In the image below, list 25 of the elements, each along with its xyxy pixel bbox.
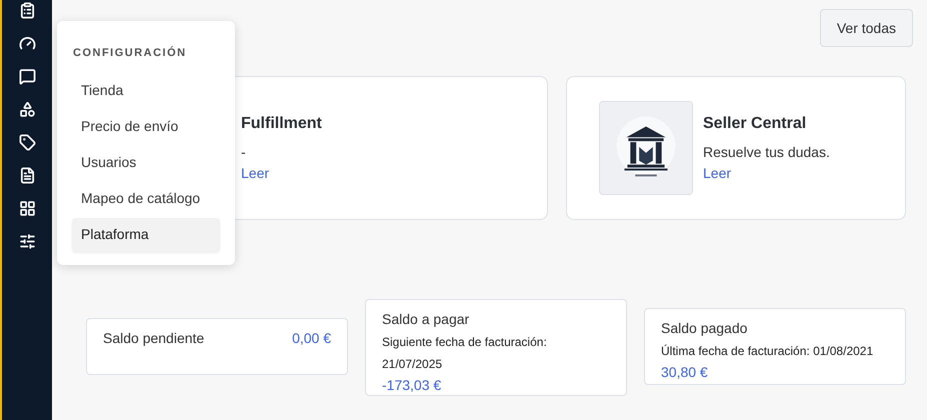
- view-all-button[interactable]: Ver todas: [820, 9, 913, 47]
- tag-icon[interactable]: [18, 134, 36, 151]
- grid-icon[interactable]: [18, 200, 36, 217]
- clipboard-icon[interactable]: [18, 2, 36, 19]
- balance-title: Saldo pendiente: [103, 329, 204, 348]
- read-link[interactable]: Leer: [703, 163, 830, 184]
- chat-icon[interactable]: [18, 68, 36, 85]
- guide-text: -: [241, 143, 247, 162]
- read-link[interactable]: Leer: [241, 163, 322, 184]
- shapes-icon[interactable]: [18, 101, 36, 118]
- menu-item[interactable]: Plataforma: [72, 218, 220, 252]
- guide-title: Seller Central: [703, 114, 808, 134]
- guide-text: Resuelve tus dudas.: [703, 143, 830, 162]
- gauge-icon[interactable]: [18, 35, 36, 52]
- billing-date-note: Última fecha de facturación: 01/08/2021: [661, 343, 874, 360]
- balance-amount: -173,03 €: [382, 376, 442, 395]
- balance-amount: 30,80 €: [661, 363, 709, 382]
- menu-heading: CONFIGURACIÓN: [72, 45, 188, 61]
- sliders-icon[interactable]: [18, 233, 36, 250]
- invoice-icon[interactable]: [18, 167, 36, 184]
- balance-title: Saldo a pagar: [382, 310, 470, 329]
- balance-title: Saldo pagado: [661, 319, 748, 338]
- balance-amount: 0,00 €: [292, 329, 331, 348]
- guide-title: Fulfillment: [241, 114, 322, 134]
- billing-date-note: Siguiente fecha de facturación: 21/07/2025: [382, 334, 548, 373]
